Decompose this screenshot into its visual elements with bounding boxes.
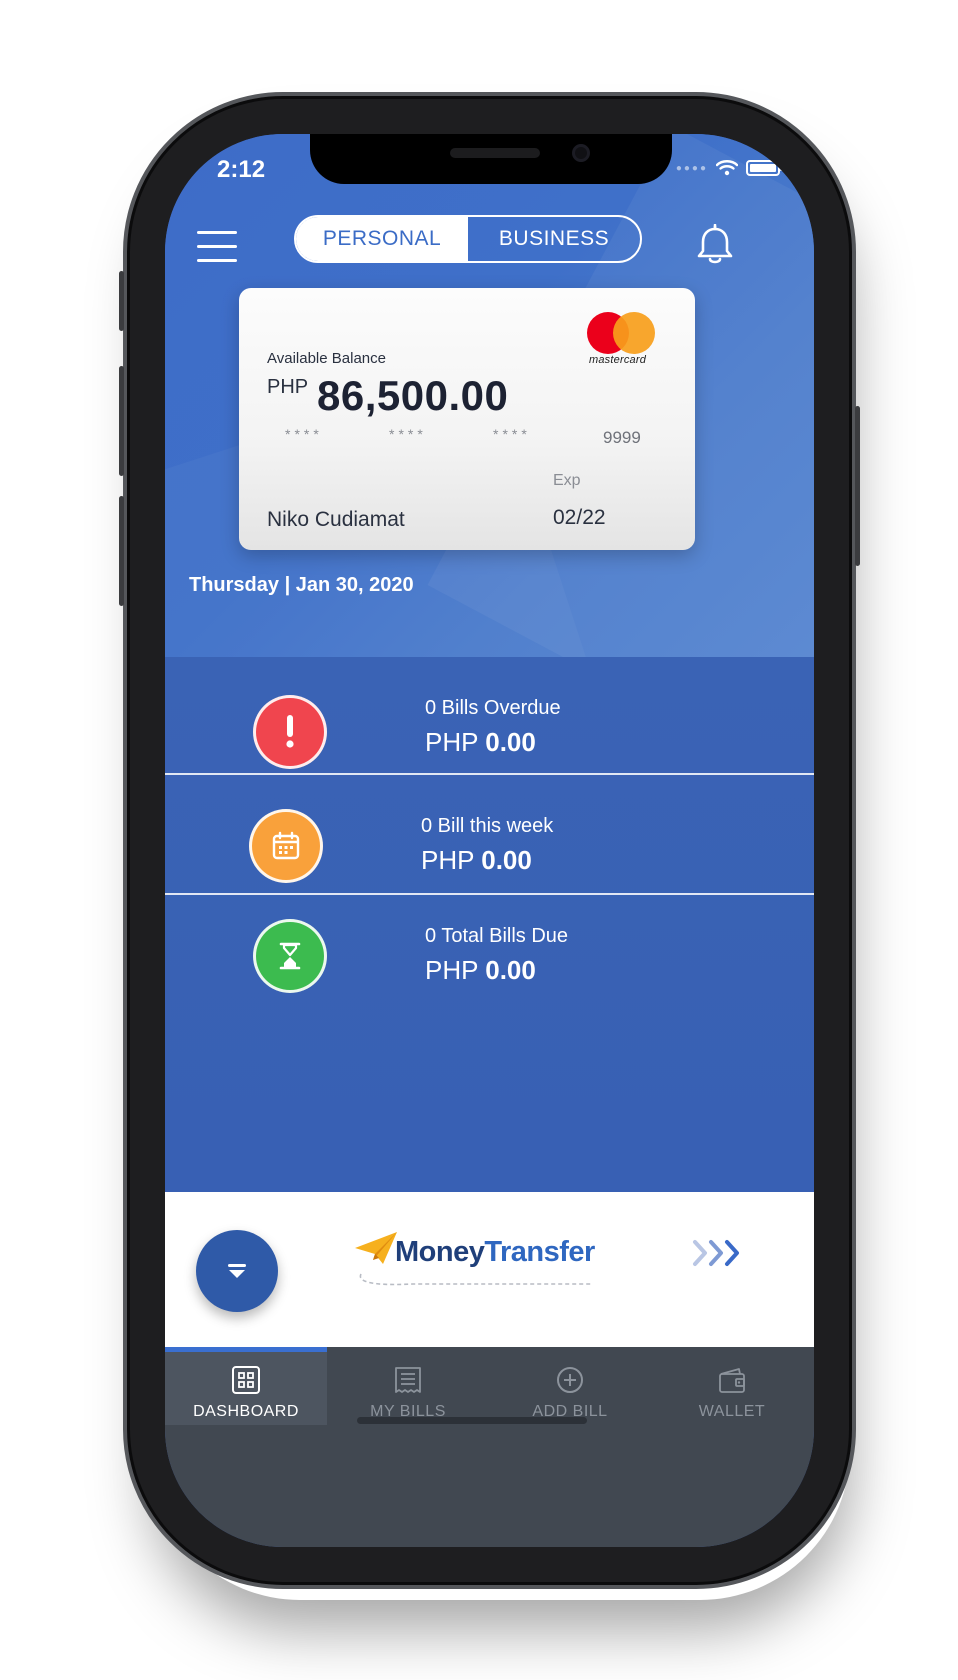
- home-indicator: [357, 1417, 587, 1424]
- side-button-left-3: [119, 496, 124, 606]
- tab-wallet[interactable]: WALLET: [651, 1347, 813, 1425]
- chevrons-right-icon[interactable]: [691, 1238, 747, 1268]
- bell-icon[interactable]: [695, 224, 735, 266]
- money-transfer-logo-text: MoneyTransfer: [395, 1236, 595, 1268]
- bottom-tab-bar: DASHBOARD MY BILLS ADD BILL WALLET: [165, 1347, 814, 1547]
- chevron-down-icon: [228, 1264, 246, 1278]
- account-type-toggle: PERSONAL BUSINESS: [294, 215, 642, 263]
- bill-row-total-due[interactable]: 0 Total Bills Due PHP 0.00: [165, 897, 814, 1015]
- status-time: 2:12: [217, 156, 266, 183]
- bill-title: 0 Bills Overdue: [425, 697, 561, 719]
- card-mask-group: ****: [389, 426, 427, 442]
- available-balance-label: Available Balance: [267, 350, 386, 367]
- expand-button[interactable]: [196, 1230, 278, 1312]
- tab-business[interactable]: BUSINESS: [468, 217, 640, 261]
- cellular-signal-icon: ●●●●: [675, 162, 708, 174]
- paper-plane-icon: [355, 1232, 397, 1264]
- bill-amount: PHP 0.00: [425, 955, 536, 985]
- hamburger-icon: [197, 231, 237, 234]
- exclamation-icon: [253, 695, 327, 769]
- mastercard-logo: mastercard: [587, 312, 657, 368]
- bill-row-this-week[interactable]: 0 Bill this week PHP 0.00: [165, 777, 814, 895]
- hourglass-icon: [253, 919, 327, 993]
- tab-personal[interactable]: PERSONAL: [296, 217, 468, 261]
- bills-summary: 0 Bills Overdue PHP 0.00 0 Bill this wee…: [165, 657, 814, 1192]
- bills-icon: [395, 1367, 421, 1393]
- dashboard-icon: [232, 1366, 260, 1394]
- card-holder-name: Niko Cudiamat: [267, 508, 405, 531]
- tab-dashboard[interactable]: DASHBOARD: [165, 1347, 327, 1425]
- mastercard-wordmark: mastercard: [589, 354, 647, 366]
- tab-my-bills[interactable]: MY BILLS: [327, 1347, 489, 1425]
- wifi-icon: [716, 160, 738, 176]
- balance-card[interactable]: mastercard Available Balance PHP 86,500.…: [239, 288, 695, 550]
- add-icon: [557, 1367, 583, 1393]
- card-mask-group: ****: [493, 426, 531, 442]
- card-exp-label: Exp: [553, 472, 581, 489]
- card-mask-group: ****: [285, 426, 323, 442]
- side-button-left-1: [119, 271, 124, 331]
- money-transfer-banner: MoneyTransfer: [165, 1192, 814, 1347]
- balance-amount: 86,500.00: [317, 372, 509, 419]
- bill-row-overdue[interactable]: 0 Bills Overdue PHP 0.00: [165, 657, 814, 775]
- wallet-icon: [719, 1368, 745, 1393]
- balance-currency: PHP: [267, 376, 309, 398]
- current-date: Thursday | Jan 30, 2020: [189, 574, 414, 596]
- side-button-right: [855, 406, 860, 566]
- card-expiry: 02/22: [553, 506, 606, 529]
- bill-amount: PHP 0.00: [425, 727, 536, 757]
- bill-amount: PHP 0.00: [421, 845, 532, 875]
- bill-title: 0 Bill this week: [421, 815, 554, 837]
- tab-add-bill[interactable]: ADD BILL: [489, 1347, 651, 1425]
- tab-label: DASHBOARD: [193, 1403, 299, 1420]
- card-last-four: 9999: [603, 428, 641, 447]
- screen: PERSONAL BUSINESS mastercard Available B…: [165, 134, 814, 1547]
- side-button-left-2: [119, 366, 124, 476]
- status-indicators: ●●●●: [675, 160, 783, 176]
- bill-title: 0 Total Bills Due: [425, 925, 569, 947]
- notch: [310, 134, 672, 184]
- tab-label: WALLET: [698, 1403, 766, 1420]
- battery-icon: [746, 160, 783, 176]
- hero-header: PERSONAL BUSINESS mastercard Available B…: [165, 134, 814, 657]
- money-transfer-link[interactable]: MoneyTransfer: [353, 1230, 603, 1290]
- calendar-icon: [249, 809, 323, 883]
- menu-button[interactable]: [197, 231, 237, 263]
